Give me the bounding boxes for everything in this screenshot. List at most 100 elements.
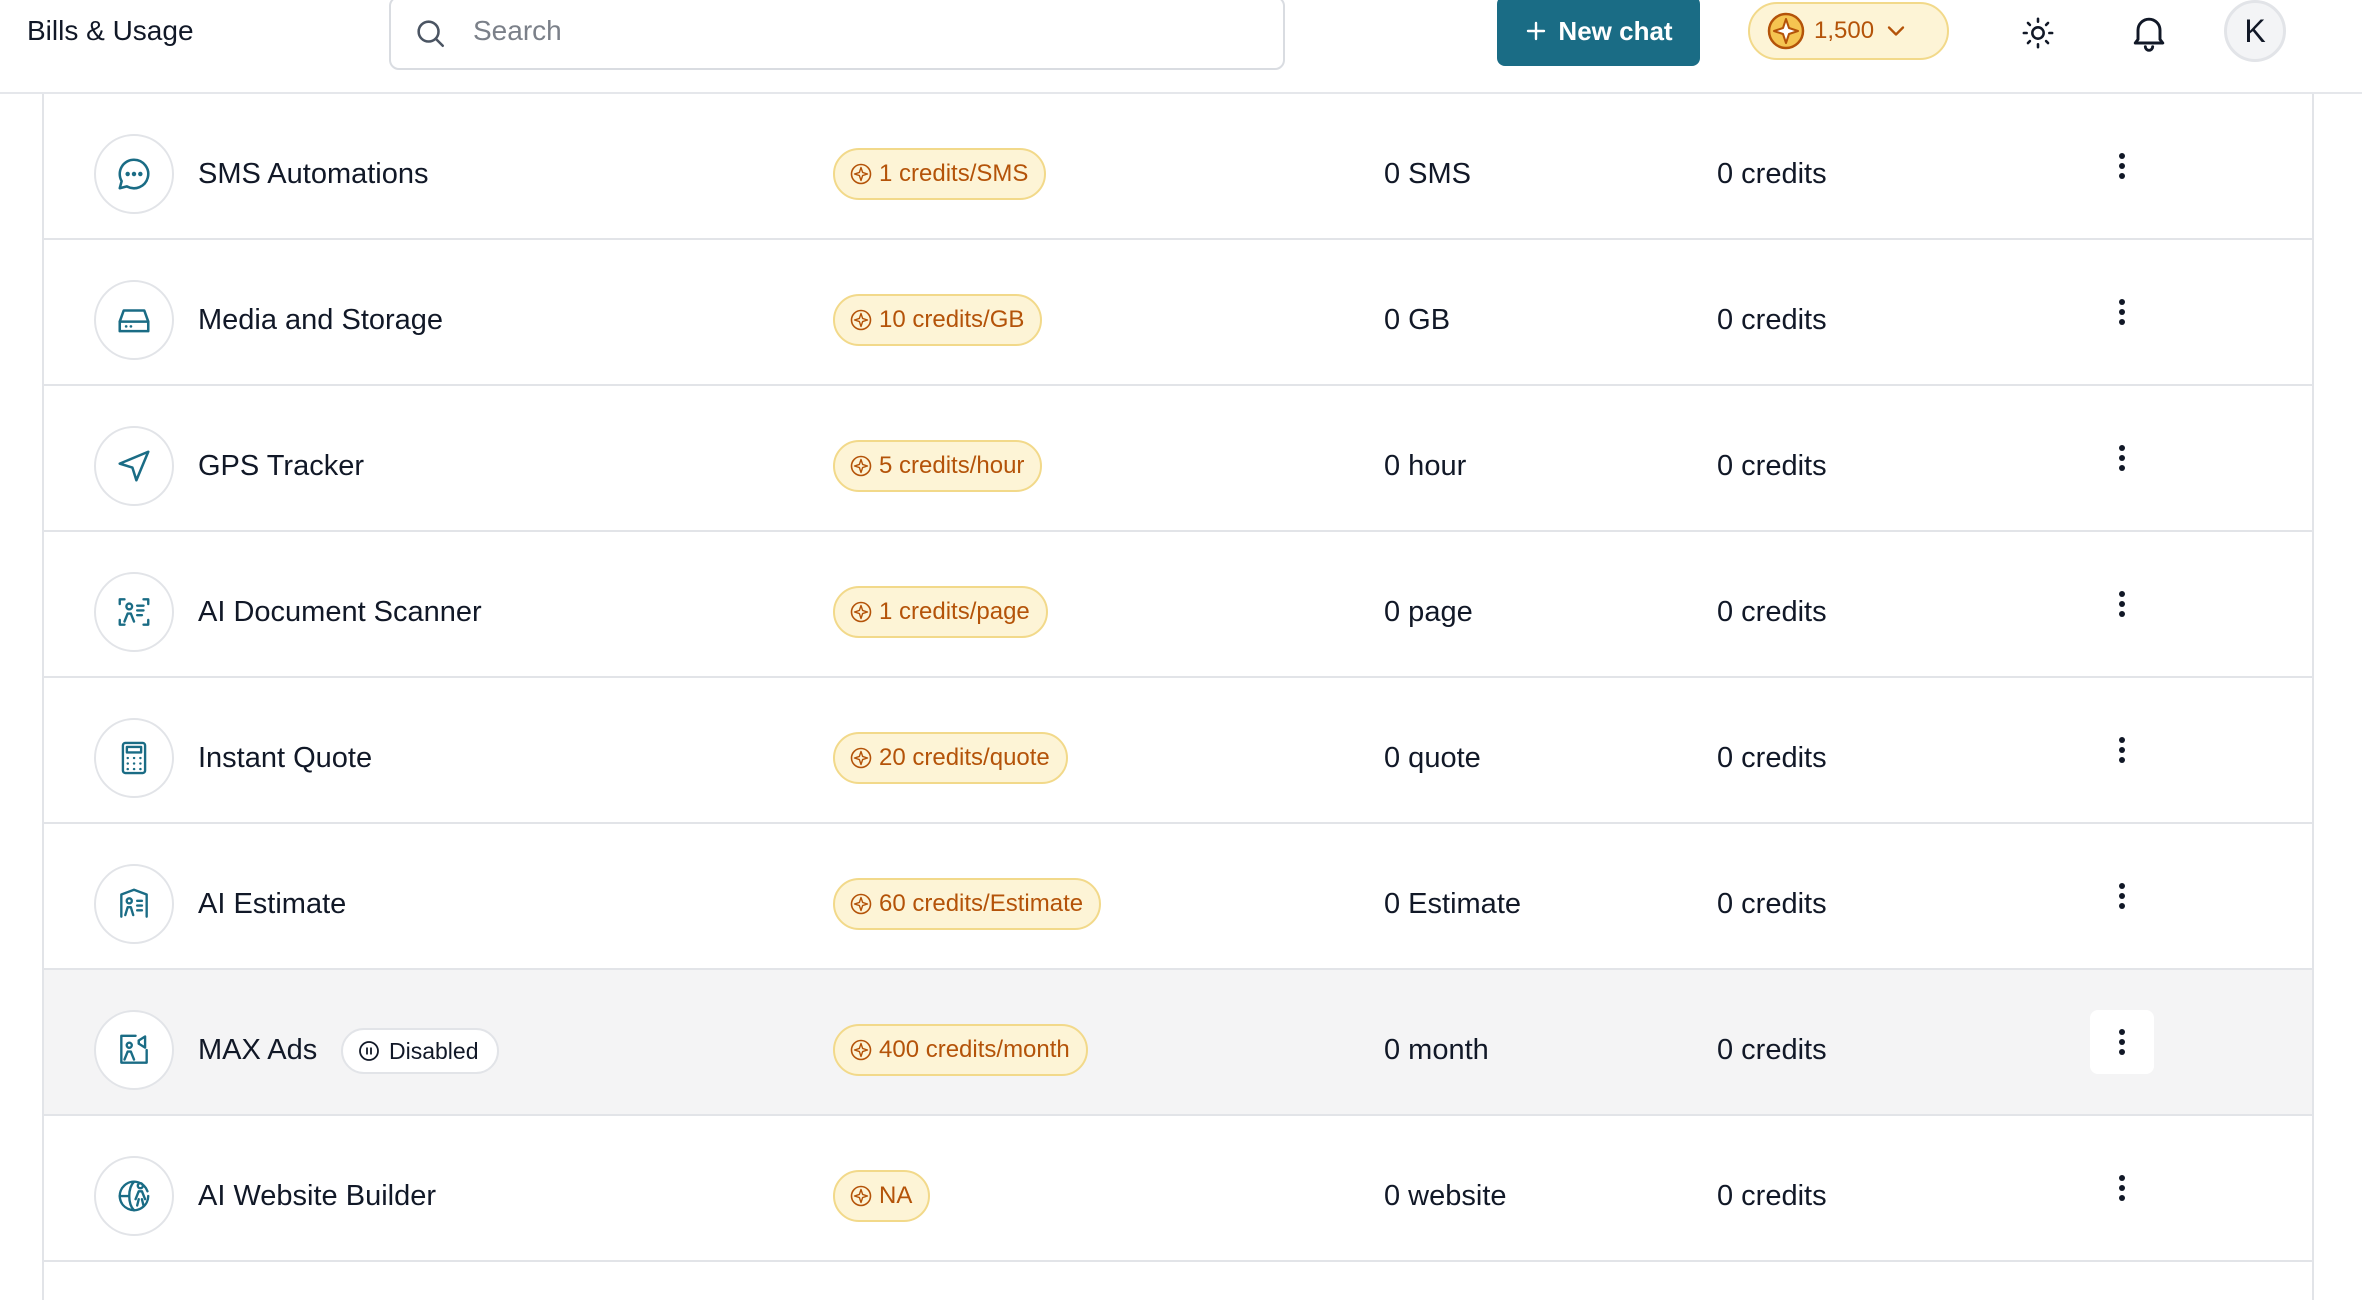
more-vertical-icon — [2119, 591, 2125, 617]
usage-value: 0 page — [1384, 596, 1473, 628]
rate-text: 1 credits/SMS — [879, 160, 1029, 187]
rate-text: 10 credits/GB — [879, 306, 1025, 333]
globe-icon — [94, 1156, 174, 1236]
service-name: AI Estimate — [198, 888, 347, 920]
credit-coin-icon — [850, 1039, 872, 1061]
notifications-button[interactable] — [2126, 9, 2172, 55]
bell-icon — [2133, 17, 2165, 52]
more-vertical-icon — [2119, 737, 2125, 763]
credits-used-value: 0 credits — [1717, 158, 1827, 190]
usage-value: 0 month — [1384, 1034, 1489, 1066]
more-options-button[interactable] — [2090, 280, 2154, 344]
ads-icon — [94, 1010, 174, 1090]
credit-coin-icon — [850, 747, 872, 769]
search-box[interactable] — [389, 0, 1285, 70]
rate-badge: 1 credits/SMS — [833, 148, 1047, 200]
credits-used-value: 0 credits — [1717, 742, 1827, 774]
service-name: Media and Storage — [198, 304, 444, 336]
usage-value: 0 GB — [1384, 304, 1451, 336]
credits-used-value: 0 credits — [1717, 596, 1827, 628]
credits-used-value: 0 credits — [1717, 450, 1827, 482]
rate-badge: 5 credits/hour — [833, 440, 1043, 492]
usage-value: 0 SMS — [1384, 158, 1472, 190]
usage-table: SMS Automations 1 credits/SMS 0 SMS 0 cr… — [42, 94, 2314, 1300]
more-options-button[interactable] — [2090, 1010, 2154, 1074]
status-label: Disabled — [389, 1037, 479, 1064]
rate-text: 400 credits/month — [879, 1036, 1070, 1063]
rate-text: 60 credits/Estimate — [879, 890, 1084, 917]
top-bar: Bills & Usage New chat 1,500 K — [0, 0, 2362, 94]
estimate-icon — [94, 864, 174, 944]
more-vertical-icon — [2119, 299, 2125, 325]
credits-used-value: 0 credits — [1717, 888, 1827, 920]
rate-badge: 20 credits/quote — [833, 732, 1068, 784]
rate-badge: 10 credits/GB — [833, 294, 1043, 346]
chevron-down-icon — [1887, 26, 1905, 36]
service-name: Instant Quote — [198, 742, 373, 774]
more-vertical-icon — [2119, 153, 2125, 179]
new-chat-label: New chat — [1558, 15, 1673, 46]
rate-badge: 400 credits/month — [833, 1024, 1088, 1076]
more-vertical-icon — [2119, 883, 2125, 909]
credit-coin-icon — [850, 1185, 872, 1207]
rate-badge: NA — [833, 1170, 931, 1222]
service-name: GPS Tracker — [198, 450, 364, 482]
rate-badge: 60 credits/Estimate — [833, 878, 1102, 930]
calculator-icon — [94, 718, 174, 798]
plus-icon — [1527, 21, 1546, 41]
usage-value: 0 Estimate — [1384, 888, 1521, 920]
service-name: SMS Automations — [198, 158, 429, 190]
table-row: GPS Tracker 5 credits/hour 0 hour 0 cred… — [44, 386, 2312, 532]
rate-text: NA — [879, 1182, 913, 1209]
service-name: MAX Ads — [198, 1034, 318, 1066]
table-row: Instant Quote 20 credits/quote 0 quote 0… — [44, 678, 2312, 824]
table-row: AI Document Scanner 1 credits/page 0 pag… — [44, 532, 2312, 678]
search-input[interactable] — [471, 10, 1255, 52]
credit-coin-icon — [850, 163, 872, 185]
hard-drive-icon — [94, 280, 174, 360]
table-row: MAX Ads Disabled 400 credits/month 0 mon… — [44, 970, 2312, 1116]
user-avatar[interactable]: K — [2224, 0, 2286, 62]
rate-badge: 1 credits/page — [833, 586, 1048, 638]
usage-value: 0 quote — [1384, 742, 1481, 774]
more-vertical-icon — [2119, 1175, 2125, 1201]
rate-text: 20 credits/quote — [879, 744, 1050, 771]
more-options-button[interactable] — [2090, 718, 2154, 782]
sun-icon — [2022, 17, 2054, 49]
more-options-button[interactable] — [2090, 426, 2154, 490]
table-row: Media and Storage 10 credits/GB 0 GB 0 c… — [44, 240, 2312, 386]
credit-coin-icon — [850, 455, 872, 477]
rate-text: 5 credits/hour — [879, 452, 1025, 479]
theme-toggle-button[interactable] — [2018, 13, 2058, 53]
credits-used-value: 0 credits — [1717, 1034, 1827, 1066]
status-badge: Disabled — [341, 1028, 499, 1074]
pause-icon — [359, 1041, 379, 1061]
credits-used-value: 0 credits — [1717, 1180, 1827, 1212]
credits-used-value: 0 credits — [1717, 304, 1827, 336]
usage-value: 0 website — [1384, 1180, 1507, 1212]
more-options-button[interactable] — [2090, 572, 2154, 636]
credit-coin-icon — [850, 893, 872, 915]
rate-text: 1 credits/page — [879, 598, 1030, 625]
credit-coin-icon — [850, 309, 872, 331]
document-scan-icon — [94, 572, 174, 652]
navigation-arrow-icon — [94, 426, 174, 506]
more-options-button[interactable] — [2090, 134, 2154, 198]
more-vertical-icon — [2119, 1029, 2125, 1055]
usage-value: 0 hour — [1384, 450, 1467, 482]
page-title: Bills & Usage — [27, 15, 194, 46]
credit-coin-icon — [850, 601, 872, 623]
table-row: AI Website Builder NA 0 website 0 credit… — [44, 1116, 2312, 1262]
chat-bubble-icon — [94, 134, 174, 214]
table-row: AI Estimate 60 credits/Estimate 0 Estima… — [44, 824, 2312, 970]
credits-balance-dropdown[interactable]: 1,500 — [1748, 2, 1949, 60]
service-name: AI Document Scanner — [198, 596, 482, 628]
more-options-button[interactable] — [2090, 1156, 2154, 1220]
table-row: SMS Automations 1 credits/SMS 0 SMS 0 cr… — [44, 94, 2312, 240]
credits-balance-value: 1,500 — [1814, 17, 1875, 44]
new-chat-button[interactable]: New chat — [1497, 0, 1700, 66]
search-icon — [417, 20, 445, 48]
credit-coin-icon — [1767, 12, 1805, 50]
service-name: AI Website Builder — [198, 1180, 437, 1212]
more-options-button[interactable] — [2090, 864, 2154, 928]
